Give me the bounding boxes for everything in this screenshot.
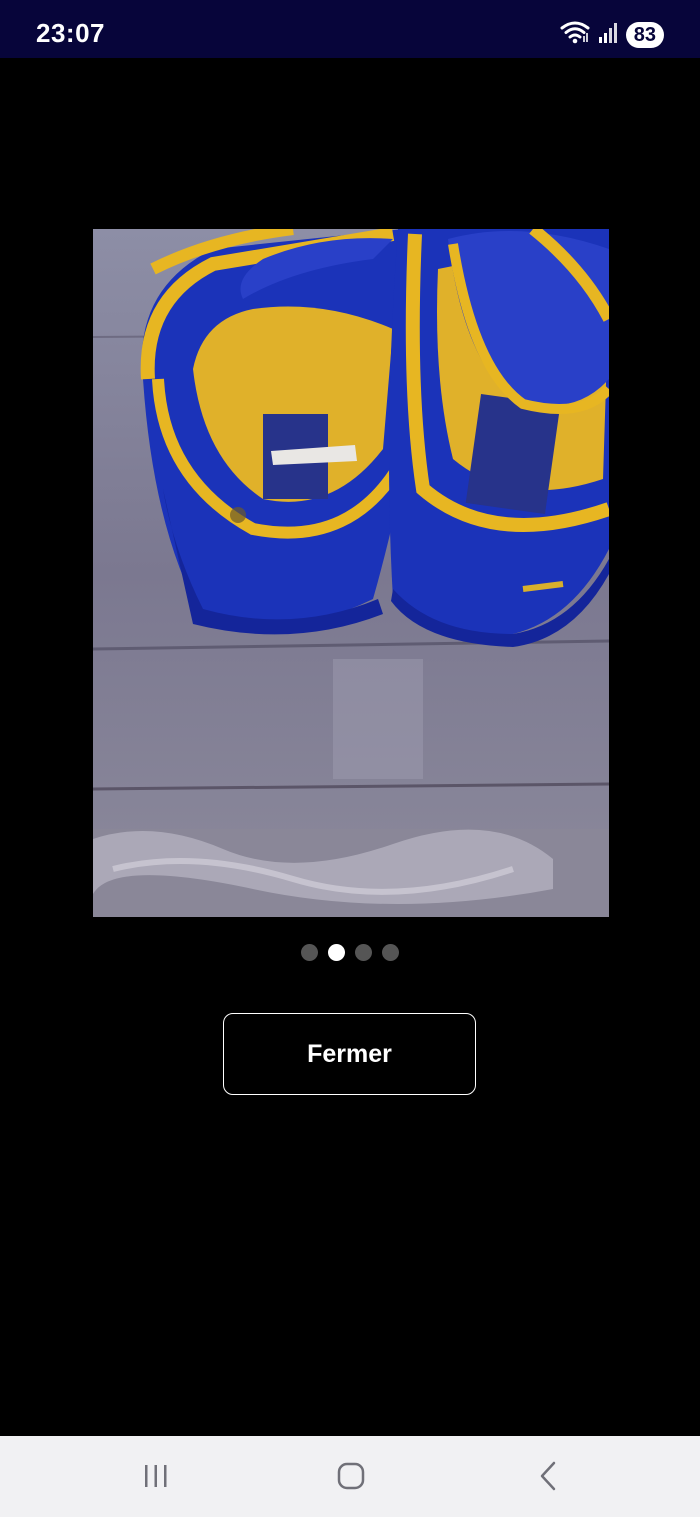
- photo-pager: [0, 944, 700, 962]
- pager-dot[interactable]: [382, 944, 399, 961]
- battery-icon: 83: [625, 21, 664, 48]
- pager-dot[interactable]: [301, 944, 318, 961]
- status-time: 23:07: [36, 18, 105, 48]
- listing-photo[interactable]: [93, 229, 609, 917]
- pager-dot-active[interactable]: [328, 944, 345, 961]
- navigation-bar: [0, 1436, 700, 1517]
- photo-shoes: [93, 229, 609, 917]
- wifi-icon: [560, 20, 590, 49]
- home-icon[interactable]: [321, 1456, 381, 1496]
- back-icon[interactable]: [518, 1456, 578, 1496]
- pager-dot[interactable]: [355, 944, 372, 961]
- recent-apps-icon[interactable]: [126, 1456, 186, 1496]
- close-button[interactable]: Fermer: [223, 1013, 476, 1095]
- status-bar: 23:07 83: [0, 0, 700, 58]
- status-icons: 83: [560, 20, 664, 49]
- signal-icon: [598, 21, 618, 48]
